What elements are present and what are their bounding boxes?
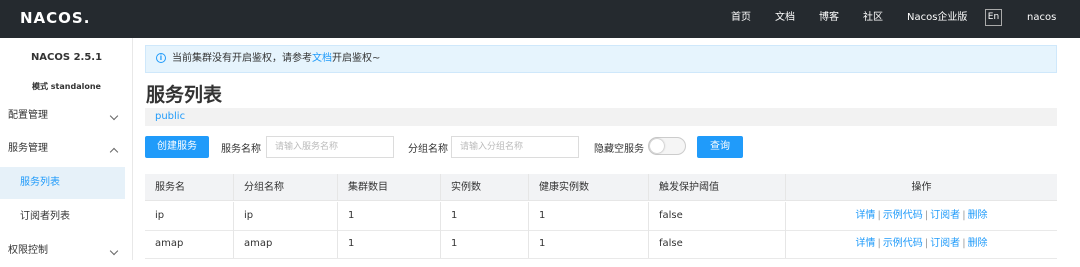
subscriber-link[interactable]: 订阅者 [930, 210, 960, 221]
header-healthy-count: 健康实例数 [528, 174, 589, 200]
cell-group-name: ip [233, 202, 253, 230]
header-service-name: 服务名 [155, 182, 185, 193]
info-icon: i [156, 53, 166, 63]
version-label: NACOS 2.5.1 [30, 52, 103, 63]
cell-actions: 详情 | 示例代码 | 订阅者 | 删除 [785, 202, 1057, 230]
action-separator: | [877, 238, 881, 249]
cell-protect-threshold: false [648, 230, 683, 258]
header-protect-threshold: 触发保护阈值 [648, 174, 719, 200]
action-separator: | [962, 238, 966, 249]
nav-docs[interactable]: 文档 [775, 0, 795, 38]
sidebar-item-label: 权限控制 [8, 245, 48, 256]
cell-healthy-count: 1 [528, 202, 545, 230]
group-name-label: 分组名称 [408, 144, 448, 155]
page-title: 服务列表 [146, 84, 223, 106]
cell-actions: 详情 | 示例代码 | 订阅者 | 删除 [785, 230, 1057, 258]
sidebar-item-service-list[interactable]: 服务列表 [0, 167, 125, 199]
detail-link[interactable]: 详情 [855, 210, 875, 221]
table-row: ip ip 1 1 1 false 详情 | 示例代码 | 订阅者 | 删除 [145, 202, 1057, 231]
header-cluster-count: 集群数目 [337, 174, 388, 200]
sidebar-item-config-management[interactable]: 配置管理 [0, 100, 125, 132]
delete-link[interactable]: 删除 [968, 210, 988, 221]
cell-service-name: ip [155, 210, 165, 221]
nav-community[interactable]: 社区 [863, 0, 883, 38]
hide-empty-label: 隐藏空服务 [594, 144, 644, 155]
user-name[interactable]: nacos [1027, 0, 1056, 38]
mode-label: 模式 standalone [32, 82, 101, 91]
header-group-name: 分组名称 [233, 174, 284, 200]
sidebar: NACOS 2.5.1 模式 standalone 配置管理 服务管理 服务列表… [0, 38, 133, 260]
sample-code-link[interactable]: 示例代码 [883, 238, 923, 249]
sidebar-item-label: 服务列表 [20, 177, 60, 188]
cell-service-name: amap [155, 238, 184, 249]
language-switch[interactable]: En [985, 9, 1002, 26]
subscriber-link[interactable]: 订阅者 [930, 238, 960, 249]
cell-protect-threshold: false [648, 202, 683, 230]
chevron-down-icon [109, 246, 119, 256]
query-button[interactable]: 查询 [697, 136, 743, 158]
cell-group-name: amap [233, 230, 272, 258]
header-instance-count: 实例数 [440, 174, 481, 200]
sidebar-item-label: 配置管理 [8, 110, 48, 121]
cell-cluster-count: 1 [337, 230, 354, 258]
sidebar-item-access-control[interactable]: 权限控制 [0, 235, 125, 267]
auth-notice: i 当前集群没有开启鉴权，请参考文档开启鉴权~ [145, 45, 1057, 73]
notice-text-before: 当前集群没有开启鉴权，请参考 [172, 53, 312, 64]
cell-instance-count: 1 [440, 202, 457, 230]
top-navbar: NACOS. 首页 文档 博客 社区 Nacos企业版 En nacos [0, 0, 1080, 38]
nav-enterprise[interactable]: Nacos企业版 [907, 0, 967, 38]
header-actions: 操作 [785, 174, 1057, 200]
sidebar-item-label: 订阅者列表 [20, 211, 70, 222]
nacos-logo[interactable]: NACOS. [20, 9, 90, 27]
action-separator: | [924, 210, 929, 221]
action-separator: | [924, 238, 929, 249]
action-separator: | [877, 210, 881, 221]
chevron-down-icon [109, 111, 119, 121]
hide-empty-toggle[interactable] [648, 137, 686, 155]
sidebar-item-label: 服务管理 [8, 143, 48, 154]
namespace-public[interactable]: public [155, 111, 185, 122]
cell-instance-count: 1 [440, 230, 457, 258]
detail-link[interactable]: 详情 [855, 238, 875, 249]
action-separator: | [962, 210, 966, 221]
notice-doc-link[interactable]: 文档 [312, 53, 332, 64]
table-header: 服务名 分组名称 集群数目 实例数 健康实例数 触发保护阈值 操作 [145, 174, 1057, 201]
sidebar-item-service-management[interactable]: 服务管理 [0, 133, 125, 165]
sample-code-link[interactable]: 示例代码 [883, 210, 923, 221]
toggle-knob [650, 139, 664, 153]
group-name-input[interactable]: 请输入分组名称 [451, 136, 579, 158]
cell-cluster-count: 1 [337, 202, 354, 230]
nav-blog[interactable]: 博客 [819, 0, 839, 38]
notice-text-after: 开启鉴权~ [332, 53, 381, 64]
delete-link[interactable]: 删除 [968, 238, 988, 249]
service-name-input[interactable]: 请输入服务名称 [266, 136, 394, 158]
service-name-label: 服务名称 [221, 144, 261, 155]
nav-home[interactable]: 首页 [731, 0, 751, 38]
sidebar-item-subscriber-list[interactable]: 订阅者列表 [0, 201, 125, 233]
cell-healthy-count: 1 [528, 230, 545, 258]
create-service-button[interactable]: 创建服务 [145, 136, 209, 158]
table-row: amap amap 1 1 1 false 详情 | 示例代码 | 订阅者 | 删除 [145, 230, 1057, 259]
chevron-up-icon [109, 147, 119, 157]
namespace-bar: public [145, 108, 1057, 126]
